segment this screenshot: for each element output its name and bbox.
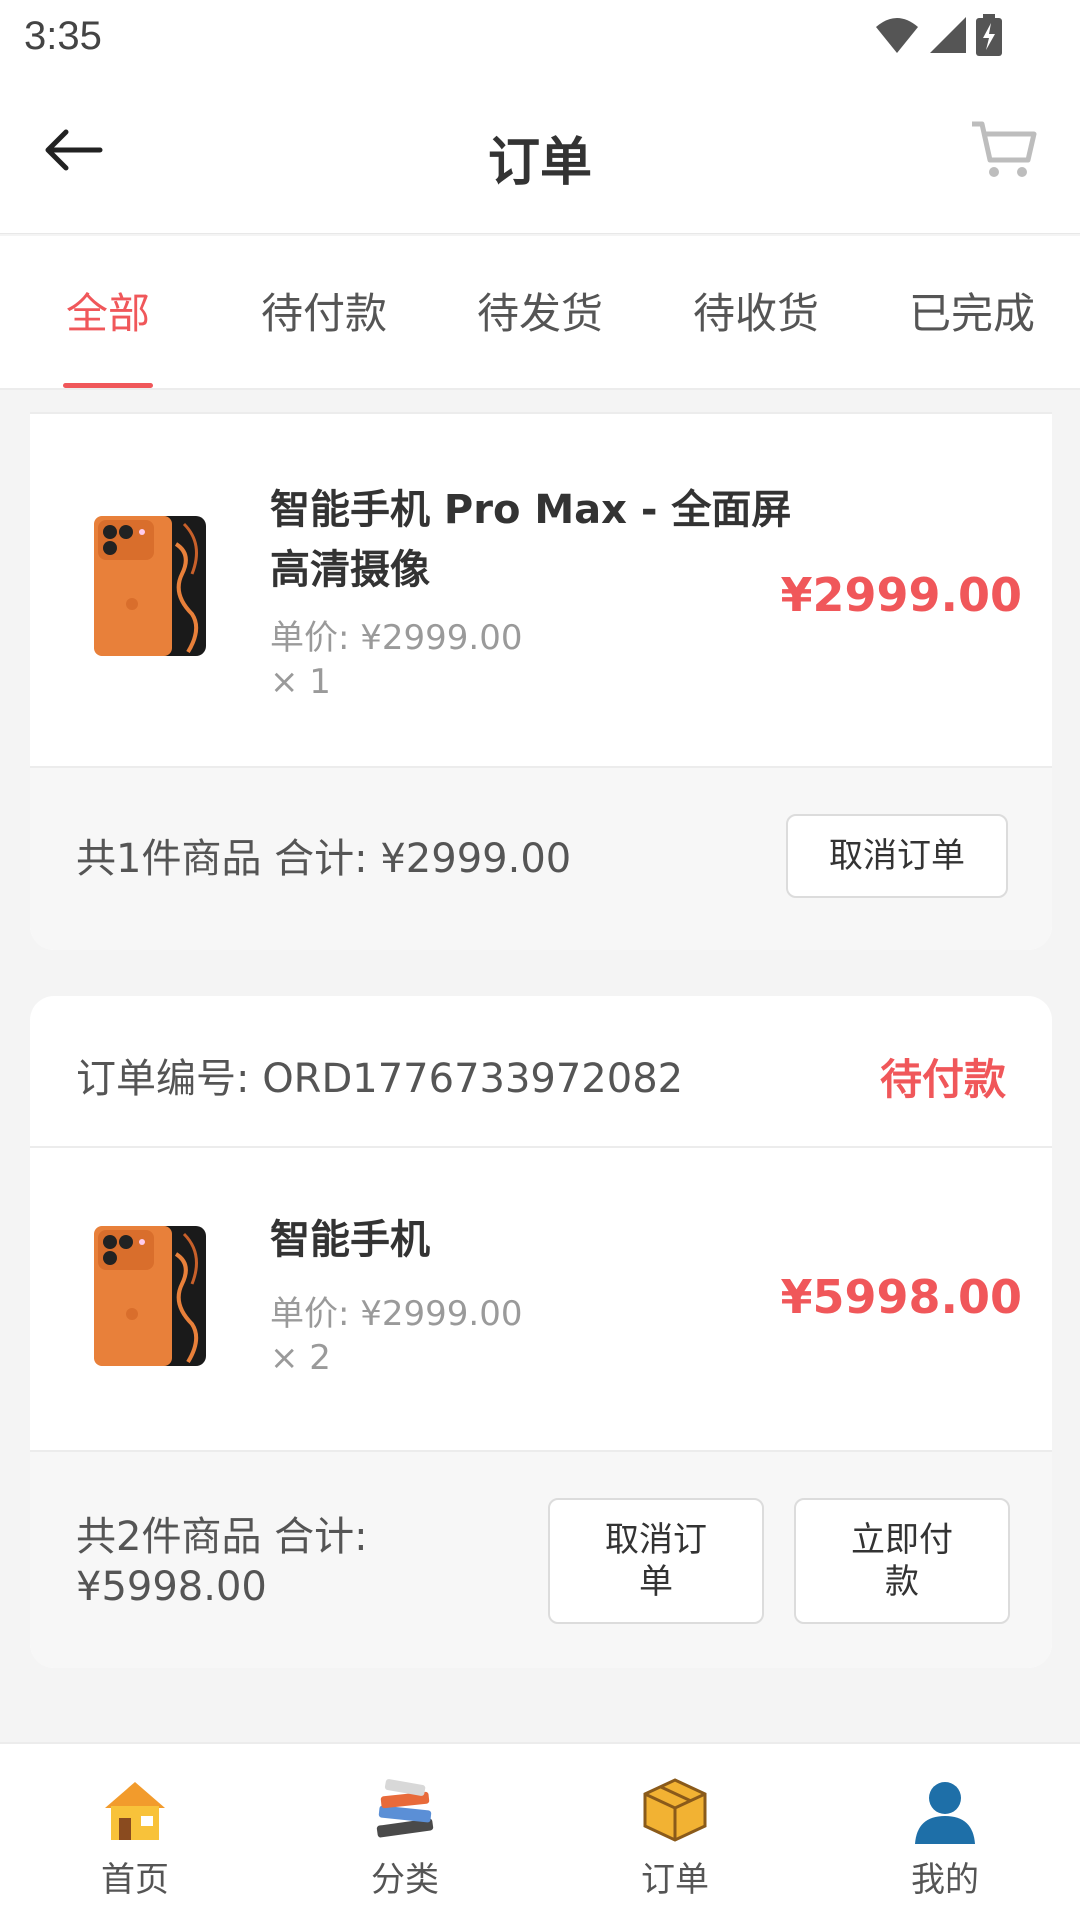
wifi-icon <box>876 18 918 53</box>
nav-bar: 订单 <box>0 76 1080 234</box>
pay-now-button[interactable]: 立即付款 <box>794 1498 1010 1624</box>
product-name: 智能手机 Pro Max - 全面屏高清摄像 <box>270 487 792 593</box>
order-header: 订单编号: ORD1776733972082 待付款 <box>30 996 1052 1148</box>
tab-pending-payment[interactable]: 待付款 <box>216 236 432 388</box>
unit-price: 单价: ¥2999.00 <box>270 618 523 658</box>
nav-home[interactable]: 首页 <box>0 1744 270 1920</box>
quantity: × 1 <box>270 662 331 702</box>
home-icon <box>105 1782 165 1840</box>
order-number: 订单编号: ORD1776733972082 <box>76 1056 684 1102</box>
nav-label: 我的 <box>911 1860 979 1900</box>
nav-orders[interactable]: 订单 <box>540 1744 810 1920</box>
status-time: 3:35 <box>24 14 102 58</box>
tab-label: 待发货 <box>476 289 603 338</box>
order-summary: 共2件商品 合计: ¥5998.00 <box>76 1514 368 1610</box>
order-footer: 共1件商品 合计: ¥2999.00 取消订单 <box>30 766 1052 950</box>
order-footer: 共2件商品 合计: ¥5998.00 取消订单 立即付款 <box>30 1450 1052 1668</box>
tab-label: 已完成 <box>908 289 1035 338</box>
tab-label: 待收货 <box>692 289 819 338</box>
cart-button[interactable] <box>968 114 1040 186</box>
page-title: 订单 <box>487 133 592 193</box>
status-icons <box>874 14 1002 56</box>
item-total: ¥2999.00 <box>780 568 1022 622</box>
order-status: 待付款 <box>879 1055 1006 1104</box>
order-tabs: 全部 待付款 待发货 待收货 已完成 <box>0 236 1080 390</box>
tab-completed[interactable]: 已完成 <box>864 236 1080 388</box>
bottom-nav: 首页 分类 订单 我的 <box>0 1742 1080 1920</box>
product-name: 智能手机 <box>270 1217 430 1263</box>
order-item[interactable]: 智能手机 Pro Max - 全面屏高清摄像 单价: ¥2999.00 × 1 … <box>30 414 1052 766</box>
signal-icon <box>930 17 966 53</box>
box-icon <box>643 1778 707 1842</box>
order-summary: 共1件商品 合计: ¥2999.00 <box>76 836 572 882</box>
unit-price: 单价: ¥2999.00 <box>270 1294 523 1334</box>
nav-label: 订单 <box>641 1860 709 1900</box>
nav-label: 首页 <box>101 1860 169 1900</box>
order-list[interactable]: 智能手机 Pro Max - 全面屏高清摄像 单价: ¥2999.00 × 1 … <box>0 392 1080 1740</box>
cancel-order-button[interactable]: 取消订单 <box>548 1498 764 1624</box>
battery-icon <box>976 14 1002 56</box>
tab-pending-receipt[interactable]: 待收货 <box>648 236 864 388</box>
tab-all[interactable]: 全部 <box>0 236 216 388</box>
quantity: × 2 <box>270 1338 331 1378</box>
cart-icon <box>972 121 1037 177</box>
item-total: ¥5998.00 <box>780 1270 1022 1324</box>
order-card: 智能手机 Pro Max - 全面屏高清摄像 单价: ¥2999.00 × 1 … <box>30 412 1052 950</box>
status-bar: 3:35 <box>0 0 1080 76</box>
nav-label: 分类 <box>371 1860 439 1900</box>
product-image <box>92 514 208 662</box>
books-icon <box>376 1779 434 1838</box>
product-image <box>92 1224 208 1372</box>
cancel-order-button[interactable]: 取消订单 <box>786 814 1008 898</box>
order-item[interactable]: 智能手机 单价: ¥2999.00 × 2 ¥5998.00 <box>30 1148 1052 1450</box>
nav-category[interactable]: 分类 <box>270 1744 540 1920</box>
tab-label: 待付款 <box>260 289 387 338</box>
tab-label: 全部 <box>65 289 150 338</box>
user-icon <box>915 1782 975 1844</box>
tab-pending-shipment[interactable]: 待发货 <box>432 236 648 388</box>
order-card: 订单编号: ORD1776733972082 待付款 智能手机 单价: ¥299… <box>30 996 1052 1668</box>
active-tab-indicator <box>63 383 153 388</box>
nav-profile[interactable]: 我的 <box>810 1744 1080 1920</box>
